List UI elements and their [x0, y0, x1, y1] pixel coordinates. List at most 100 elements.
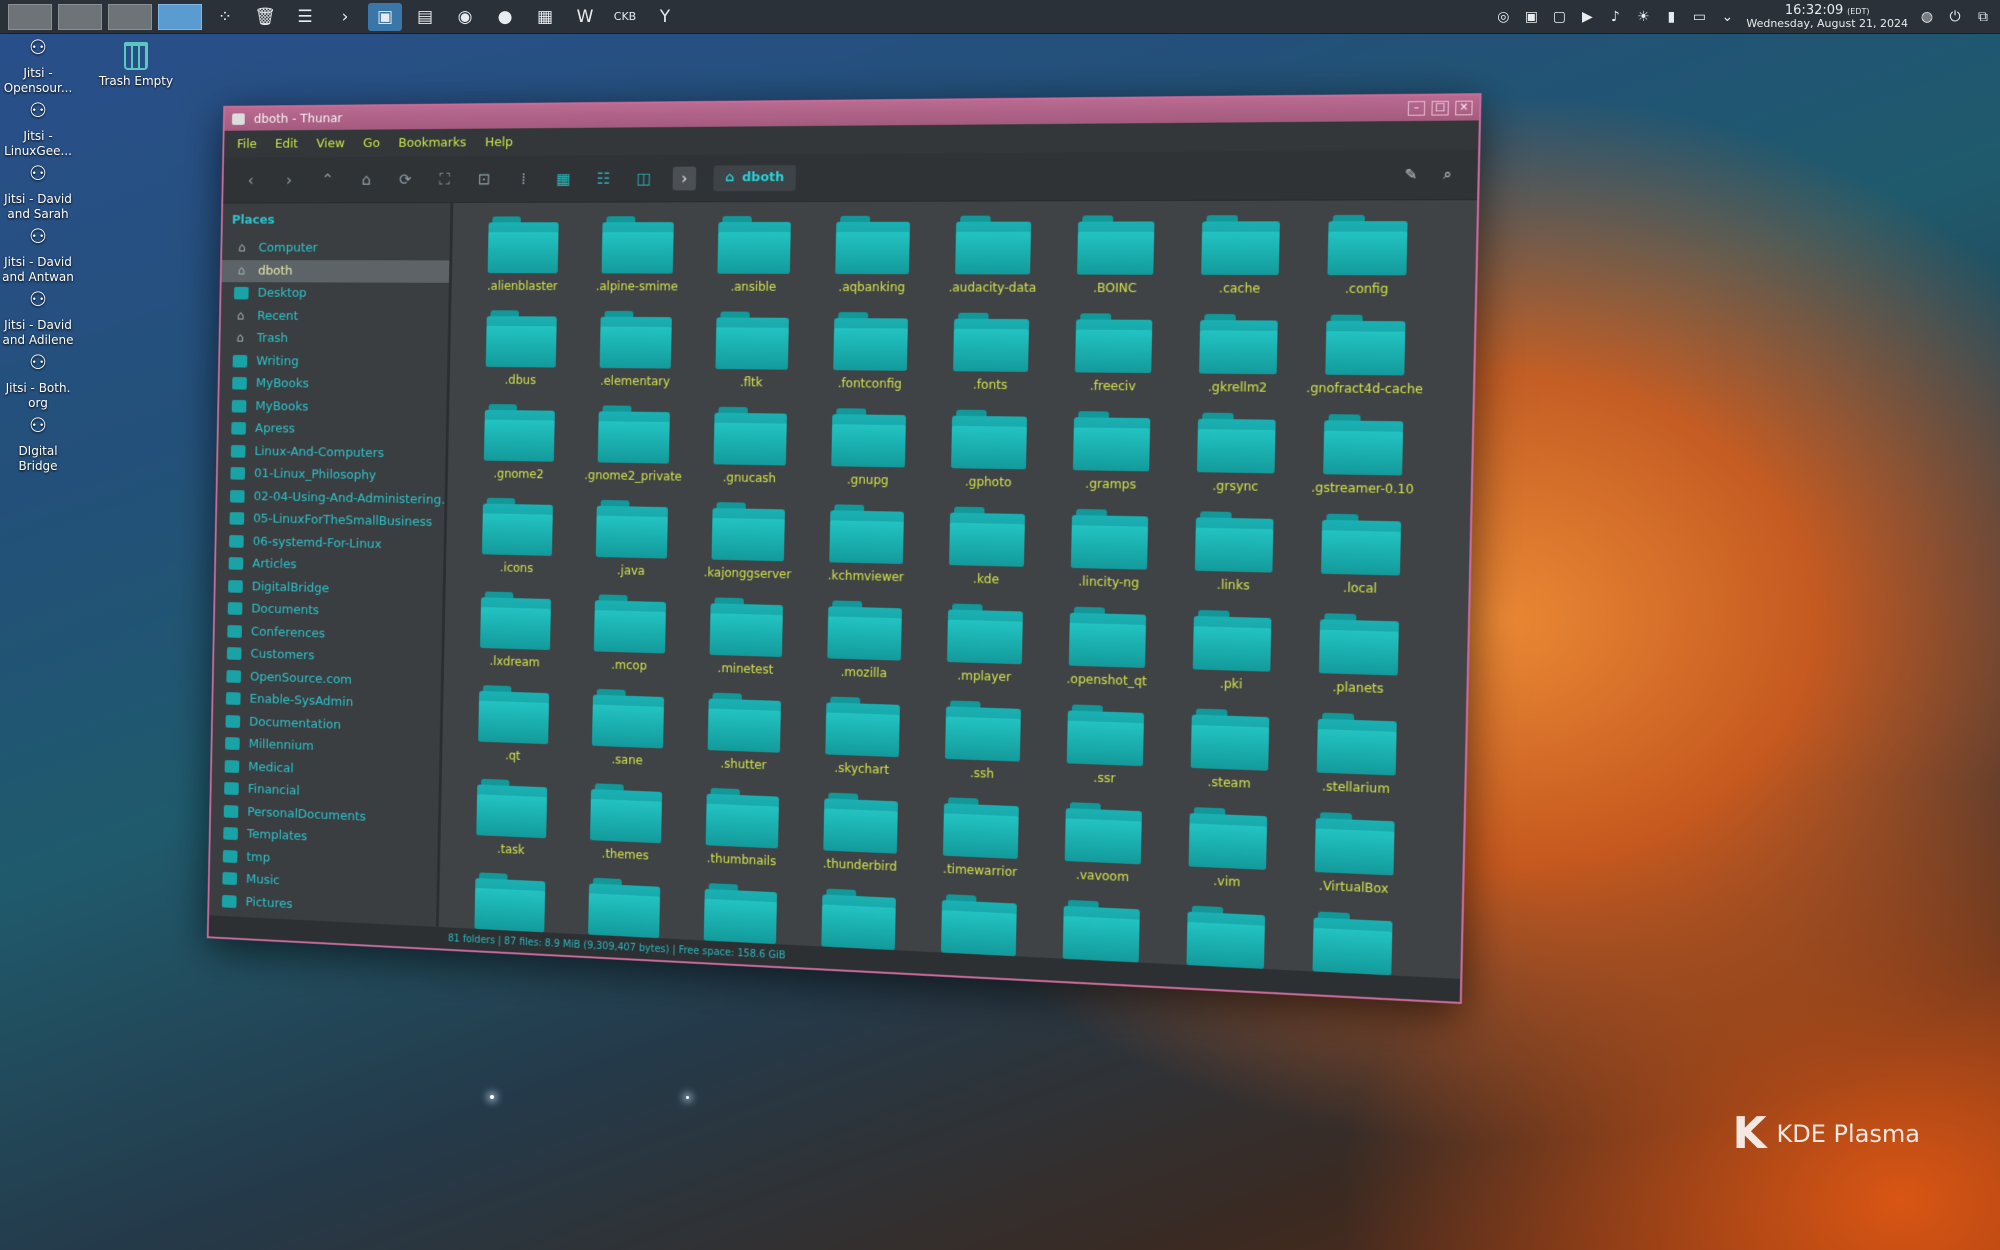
folder-item[interactable]: .links [1171, 507, 1297, 609]
edit-path-icon[interactable]: ✎ [1405, 166, 1418, 183]
trash-icon[interactable]: 🗑 [248, 3, 282, 31]
desktop-icon-jitsi[interactable]: ⚇ Jitsi - LinuxGee... [0, 100, 76, 159]
network-icon[interactable]: ◍ [1918, 9, 1936, 25]
folder-item[interactable]: .java [574, 496, 689, 593]
folder-item[interactable]: .gnupg [809, 404, 928, 502]
up-icon[interactable]: ⌃ [316, 170, 338, 188]
folder-item[interactable]: .shutter [686, 688, 803, 788]
folder-item[interactable]: .gstreamer-0.10 [1299, 410, 1427, 512]
sidebar-item[interactable]: Writing [220, 350, 448, 375]
desktop-icon-jitsi[interactable]: ⚇ Jitsi - David and Sarah [0, 163, 76, 222]
volume-icon[interactable]: ♪ [1606, 9, 1624, 25]
folder-item[interactable]: .gnome2 [463, 400, 577, 496]
keepass-tray-icon[interactable]: ▣ [1522, 9, 1540, 25]
desktop-trash[interactable]: Trash Empty [98, 42, 174, 89]
clock[interactable]: 16:32:09 (EDT) Wednesday, August 21, 202… [1746, 4, 1908, 30]
folder-item[interactable]: .ansible [695, 212, 812, 308]
menu-bookmarks[interactable]: Bookmarks [398, 135, 466, 150]
folder-item[interactable]: .VirtualBox [1291, 807, 1419, 912]
folder-item[interactable]: .aqbanking [813, 212, 932, 309]
chevron-down-icon[interactable]: ⌄ [1718, 9, 1736, 25]
desktop-icon-jitsi[interactable]: ⚇ Jitsi - David and Antwan [0, 226, 76, 285]
forward-icon[interactable]: › [278, 171, 300, 189]
firefox-icon[interactable]: ● [488, 3, 522, 31]
folder-item[interactable]: .stellarium [1293, 708, 1421, 812]
ckb-tray-icon[interactable]: ◎ [1494, 9, 1512, 25]
folder-item[interactable]: .qt [457, 680, 570, 778]
folder-item[interactable]: .icons [461, 493, 574, 589]
folder-item[interactable]: .planets [1295, 608, 1423, 711]
minimize-button[interactable]: – [1407, 101, 1426, 116]
writer-icon[interactable]: W [568, 3, 602, 31]
folder-item[interactable]: .gkrellm2 [1175, 310, 1301, 410]
menu-view[interactable]: View [316, 136, 345, 151]
sidebar-item[interactable]: Desktop [221, 282, 449, 306]
search-icon[interactable]: ⌕ [1443, 166, 1452, 183]
folder-item[interactable]: .lxdream [459, 587, 572, 684]
launcher-icon[interactable]: ⁘ [208, 3, 242, 31]
folder-item[interactable]: .lincity-ng [1048, 504, 1172, 605]
folder-item[interactable]: .config [1303, 211, 1431, 311]
split-view-icon[interactable]: ◫ [632, 169, 656, 188]
sidebar-item[interactable]: MyBooks [219, 372, 447, 397]
folder-item[interactable]: .local [1297, 509, 1425, 612]
folder-item[interactable] [1288, 906, 1416, 979]
folder-item[interactable]: .cache [1177, 211, 1303, 310]
compact-view-icon[interactable]: ☷ [592, 169, 615, 188]
desktop-icon-jitsi[interactable]: ⚇ Jitsi - Both. org [0, 352, 76, 411]
sidebar-item[interactable]: ⌂ Computer [222, 237, 450, 260]
folder-item[interactable]: .themes [568, 778, 683, 877]
icon-view-icon[interactable]: ▦ [552, 169, 575, 188]
select-icon[interactable]: ⛶ [433, 169, 456, 189]
sidebar-item[interactable]: ⌂ Recent [221, 305, 449, 329]
folder-item[interactable]: .gnome2_private [576, 401, 691, 497]
folder-item[interactable]: .minetest [688, 593, 805, 692]
menu-help[interactable]: Help [485, 135, 513, 150]
folder-item[interactable]: .fonts [930, 309, 1052, 407]
folder-item[interactable]: .elementary [578, 307, 693, 403]
folder-item[interactable]: .gphoto [928, 405, 1049, 504]
folder-item[interactable]: .mplayer [924, 599, 1045, 700]
zoom-icon[interactable]: ⊡ [472, 170, 495, 189]
sidebar-item[interactable]: ⌂ Trash [220, 327, 448, 351]
folder-item[interactable]: .audacity-data [932, 211, 1054, 309]
pager-desktop-4[interactable] [158, 3, 202, 30]
folder-item[interactable]: .timewarrior [920, 792, 1041, 894]
maximize-button[interactable]: □ [1431, 100, 1449, 116]
folder-item[interactable]: .mozilla [805, 596, 924, 696]
pager-desktop-3[interactable] [108, 3, 152, 30]
folder-item[interactable]: .gnofract4d-cache [1301, 310, 1429, 411]
folder-item[interactable]: .kchmviewer [807, 500, 926, 599]
folder-item[interactable]: .gramps [1050, 407, 1174, 507]
folder-item[interactable]: .alpine-smime [580, 212, 695, 307]
display-icon[interactable]: ▭ [1690, 9, 1708, 25]
pager-desktop-2[interactable] [58, 3, 102, 30]
pager-desktop-1[interactable] [8, 3, 52, 30]
folder-item[interactable]: .gnucash [691, 403, 808, 500]
folder-item[interactable]: .ssr [1044, 700, 1168, 802]
image-editor-icon[interactable]: ▦ [528, 3, 562, 31]
folder-item[interactable]: .thunderbird [801, 788, 920, 889]
folder-item[interactable]: .fontconfig [811, 308, 930, 405]
folder-item[interactable]: .vavoom [1041, 797, 1164, 900]
settings-icon[interactable]: ☰ [288, 3, 322, 31]
clipboard-icon[interactable]: ▢ [1550, 9, 1568, 25]
folder-item[interactable]: .mcop [572, 590, 687, 688]
folder-item[interactable]: .openshot_qt [1046, 602, 1170, 704]
folder-item[interactable]: .freeciv [1052, 309, 1176, 408]
folder-item[interactable]: .vim [1165, 802, 1291, 906]
folder-item[interactable]: .BOINC [1054, 211, 1178, 310]
brightness-icon[interactable]: ☀ [1634, 9, 1652, 25]
folder-item[interactable]: .steam [1167, 704, 1293, 807]
reload-icon[interactable]: ⟳ [394, 170, 417, 189]
home-icon[interactable]: ⌂ [355, 170, 378, 188]
breadcrumb[interactable]: ⌂ dboth [713, 164, 797, 191]
menu-edit[interactable]: Edit [275, 136, 298, 151]
folder-item[interactable]: .sane [570, 684, 685, 783]
sidebar-item[interactable]: MyBooks [219, 395, 447, 421]
folder-item[interactable]: .skychart [803, 692, 922, 792]
show-desktop-icon[interactable]: ⧉ [1974, 9, 1992, 25]
menu-file[interactable]: File [237, 137, 257, 152]
menu-go[interactable]: Go [363, 136, 380, 151]
folder-item[interactable]: .thumbnails [684, 783, 801, 883]
